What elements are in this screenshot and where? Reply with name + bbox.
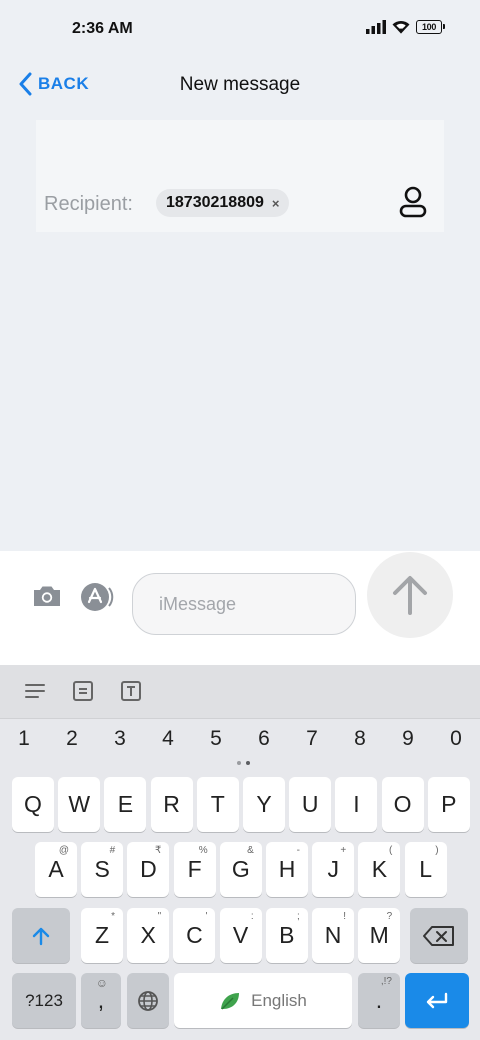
key-s[interactable]: S # [81,842,124,897]
language-key[interactable] [127,973,169,1028]
number-key-8[interactable]: 8 [336,727,384,751]
shift-key[interactable] [12,908,70,963]
signal-icon [366,20,386,34]
space-key[interactable]: English [174,973,352,1028]
status-time: 2:36 AM [72,20,133,37]
menu-icon[interactable] [24,680,46,702]
battery-icon: 100 [416,20,445,34]
backspace-key[interactable] [410,908,468,963]
status-icons: 100 [366,20,445,34]
keyboard-toolbar [0,665,480,719]
key-i[interactable]: I [335,777,378,832]
key-a[interactable]: A @ [35,842,77,897]
key-m[interactable]: M? [358,908,401,963]
key-p[interactable]: P [427,777,470,832]
add-contact-icon[interactable] [398,186,428,218]
key-t[interactable]: T [196,777,239,832]
leaf-icon [221,992,240,1010]
globe-icon [138,990,158,1011]
page-indicator [237,761,250,765]
page-title: New message [179,74,301,95]
number-key-5[interactable]: 5 [192,727,240,751]
wifi-icon [392,20,410,34]
battery-level: 100 [421,22,437,32]
space-label: English [251,990,307,1010]
key-q[interactable]: Q [12,777,54,832]
key-v[interactable]: V: [219,908,262,963]
number-key-4[interactable]: 4 [144,727,192,751]
keyboard: 1234567890 Q W E R T Y U I O P A @ S # D ₹ F% G & H - J + K(L) Z… [0,665,480,1040]
enter-key[interactable] [405,973,469,1028]
number-key-2[interactable]: 2 [48,727,96,751]
key-w[interactable]: W [58,777,101,832]
key-b[interactable]: B; [265,908,308,963]
number-key-6[interactable]: 6 [240,727,288,751]
number-key-3[interactable]: 3 [96,727,144,751]
key-h[interactable]: H- [266,842,308,897]
key-o[interactable]: O [381,777,424,832]
text-format-icon[interactable] [120,680,142,702]
recipient-card: Recipient: 18730218809 × [36,120,444,232]
send-button[interactable] [367,552,453,638]
remove-recipient-icon[interactable]: × [272,196,280,211]
key-n[interactable]: N! [312,908,354,963]
number-key-7[interactable]: 7 [288,727,336,751]
key-g[interactable]: G & [219,842,262,897]
compose-bar: iMessage [0,551,480,665]
number-key-1[interactable]: 1 [0,727,48,751]
app-store-icon[interactable] [80,582,114,612]
arrow-up-icon [393,576,427,615]
number-key-0[interactable]: 0 [432,727,480,751]
key-z[interactable]: Z * [81,908,123,963]
period-key[interactable]: .,!? [358,973,400,1028]
comma-key[interactable]: , ☺ [81,973,121,1028]
symbols-key[interactable]: ?123 [12,973,76,1028]
key-u[interactable]: U [289,777,332,832]
camera-icon[interactable] [32,584,62,608]
recipient-chip[interactable]: 18730218809 × [156,189,290,217]
key-r[interactable]: R [150,777,193,832]
number-row: 1234567890 [0,727,480,759]
key-e[interactable]: E [104,777,147,832]
key-y[interactable]: Y [243,777,285,832]
key-f[interactable]: F% [173,842,216,897]
emoji-hint-icon: ☺ [95,976,108,990]
enter-icon [426,992,448,1008]
key-c[interactable]: C ' [173,908,216,963]
clipboard-icon[interactable] [72,680,94,702]
message-input[interactable]: iMessage [132,573,356,635]
backspace-icon [423,925,454,946]
recipient-number: 18730218809 [166,194,264,211]
key-k[interactable]: K( [358,842,401,897]
key-x[interactable]: X " [127,908,170,963]
key-d[interactable]: D ₹ [127,842,170,897]
number-key-9[interactable]: 9 [384,727,432,751]
key-j[interactable]: J + [312,842,355,897]
recipient-label: Recipient: [44,193,133,215]
shift-icon [32,927,50,945]
key-l[interactable]: L) [404,842,447,897]
